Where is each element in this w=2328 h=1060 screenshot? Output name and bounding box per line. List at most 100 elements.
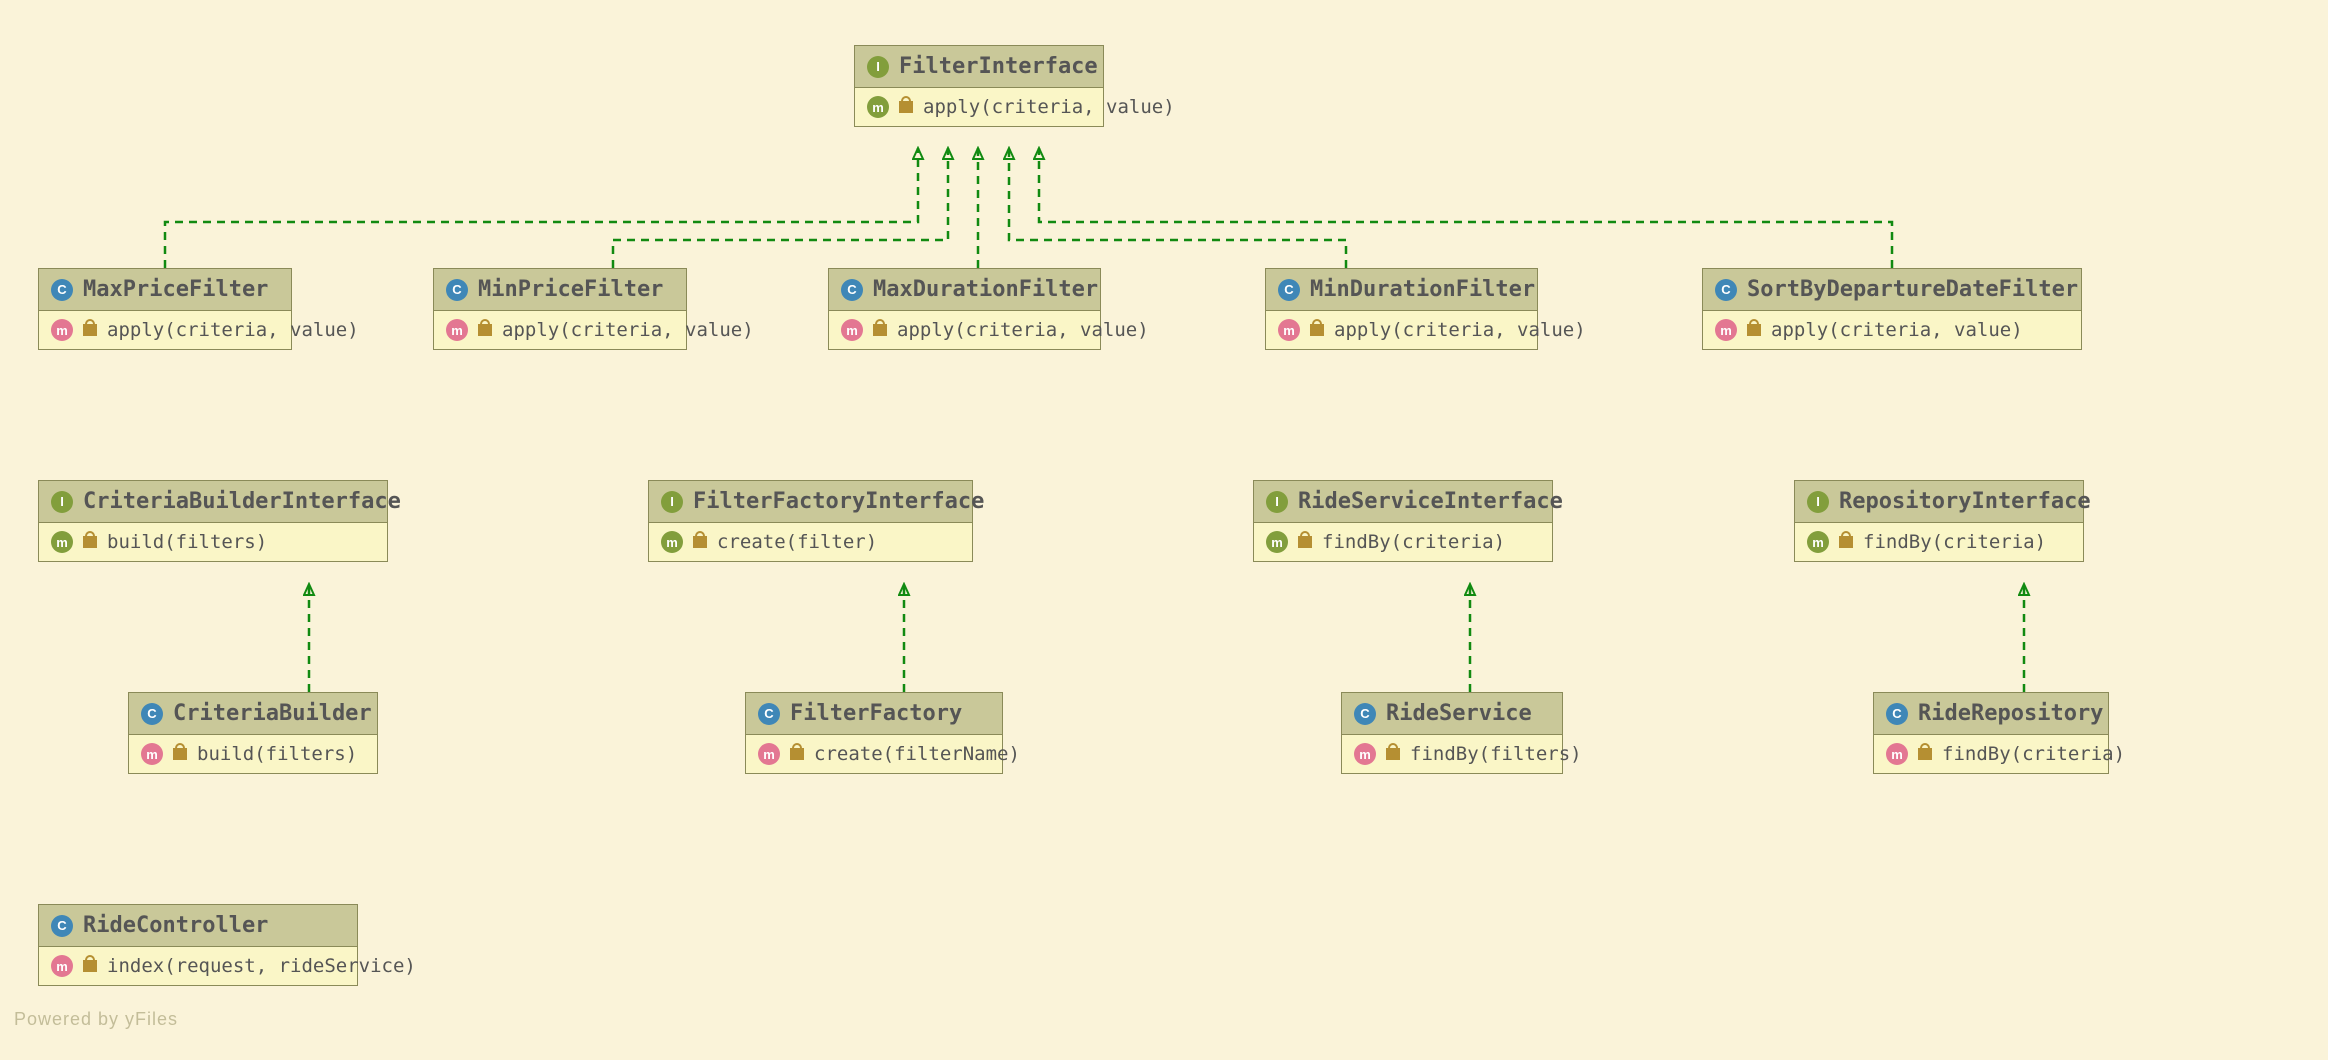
method-row: m findBy(filters) [1342, 735, 1562, 773]
method-icon: m [1715, 319, 1737, 341]
lock-icon [1918, 748, 1932, 760]
class-icon: C [446, 279, 468, 301]
method-signature: build(filters) [107, 531, 267, 553]
method-signature: apply(criteria, value) [1334, 319, 1586, 341]
method-row: m build(filters) [39, 523, 387, 561]
class-icon: C [1354, 703, 1376, 725]
class-ride-service[interactable]: C RideService m findBy(filters) [1341, 692, 1563, 774]
method-signature: apply(criteria, value) [923, 96, 1175, 118]
method-signature: build(filters) [197, 743, 357, 765]
class-name: MaxDurationFilter [873, 277, 1098, 302]
method-signature: index(request, rideService) [107, 955, 416, 977]
class-header: C MaxPriceFilter [39, 269, 291, 311]
class-ride-service-interface[interactable]: I RideServiceInterface m findBy(criteria… [1253, 480, 1553, 562]
class-name: RideServiceInterface [1298, 489, 1563, 514]
lock-icon [83, 960, 97, 972]
class-min-price-filter[interactable]: C MinPriceFilter m apply(criteria, value… [433, 268, 687, 350]
method-signature: findBy(criteria) [1322, 531, 1505, 553]
class-header: C MinPriceFilter [434, 269, 686, 311]
class-name: RepositoryInterface [1839, 489, 2091, 514]
lock-icon [873, 324, 887, 336]
method-icon: m [841, 319, 863, 341]
method-icon: m [1266, 531, 1288, 553]
class-name: RideService [1386, 701, 1532, 726]
class-icon: C [51, 915, 73, 937]
class-icon: C [141, 703, 163, 725]
class-max-duration-filter[interactable]: C MaxDurationFilter m apply(criteria, va… [828, 268, 1101, 350]
class-name: SortByDepartureDateFilter [1747, 277, 2078, 302]
method-row: m apply(criteria, value) [829, 311, 1100, 349]
method-row: m create(filter) [649, 523, 972, 561]
method-row: m findBy(criteria) [1795, 523, 2083, 561]
method-row: m findBy(criteria) [1254, 523, 1552, 561]
method-row: m apply(criteria, value) [39, 311, 291, 349]
method-icon: m [867, 96, 889, 118]
lock-icon [1747, 324, 1761, 336]
class-criteria-builder-interface[interactable]: I CriteriaBuilderInterface m build(filte… [38, 480, 388, 562]
class-repository-interface[interactable]: I RepositoryInterface m findBy(criteria) [1794, 480, 2084, 562]
lock-icon [1386, 748, 1400, 760]
method-icon: m [1354, 743, 1376, 765]
class-name: FilterFactoryInterface [693, 489, 984, 514]
method-icon: m [1886, 743, 1908, 765]
class-icon: C [758, 703, 780, 725]
class-max-price-filter[interactable]: C MaxPriceFilter m apply(criteria, value… [38, 268, 292, 350]
class-min-duration-filter[interactable]: C MinDurationFilter m apply(criteria, va… [1265, 268, 1538, 350]
method-icon: m [51, 531, 73, 553]
class-name: MaxPriceFilter [83, 277, 268, 302]
class-header: I RideServiceInterface [1254, 481, 1552, 523]
method-icon: m [51, 955, 73, 977]
class-name: CriteriaBuilder [173, 701, 372, 726]
class-name: FilterInterface [899, 54, 1098, 79]
class-filter-factory-interface[interactable]: I FilterFactoryInterface m create(filter… [648, 480, 973, 562]
class-name: MinPriceFilter [478, 277, 663, 302]
class-sort-by-departure-date-filter[interactable]: C SortByDepartureDateFilter m apply(crit… [1702, 268, 2082, 350]
lock-icon [790, 748, 804, 760]
method-signature: apply(criteria, value) [897, 319, 1149, 341]
class-name: MinDurationFilter [1310, 277, 1535, 302]
method-icon: m [446, 319, 468, 341]
class-ride-controller[interactable]: C RideController m index(request, rideSe… [38, 904, 358, 986]
method-row: m apply(criteria, value) [855, 88, 1103, 126]
lock-icon [83, 536, 97, 548]
class-header: C RideService [1342, 693, 1562, 735]
method-row: m apply(criteria, value) [434, 311, 686, 349]
class-icon: C [1715, 279, 1737, 301]
method-row: m apply(criteria, value) [1703, 311, 2081, 349]
lock-icon [1310, 324, 1324, 336]
method-icon: m [1807, 531, 1829, 553]
class-name: FilterFactory [790, 701, 962, 726]
class-icon: C [841, 279, 863, 301]
class-filter-factory[interactable]: C FilterFactory m create(filterName) [745, 692, 1003, 774]
class-header: C FilterFactory [746, 693, 1002, 735]
method-icon: m [661, 531, 683, 553]
class-filter-interface[interactable]: I FilterInterface m apply(criteria, valu… [854, 45, 1104, 127]
class-icon: C [1278, 279, 1300, 301]
lock-icon [1298, 536, 1312, 548]
class-header: C CriteriaBuilder [129, 693, 377, 735]
method-icon: m [758, 743, 780, 765]
uml-diagram: I FilterInterface m apply(criteria, valu… [0, 0, 2328, 1060]
class-name: RideController [83, 913, 268, 938]
method-icon: m [141, 743, 163, 765]
method-row: m create(filterName) [746, 735, 1002, 773]
method-signature: create(filter) [717, 531, 877, 553]
class-header: I FilterInterface [855, 46, 1103, 88]
class-header: I FilterFactoryInterface [649, 481, 972, 523]
method-signature: findBy(filters) [1410, 743, 1582, 765]
class-criteria-builder[interactable]: C CriteriaBuilder m build(filters) [128, 692, 378, 774]
interface-icon: I [1807, 491, 1829, 513]
class-name: RideRepository [1918, 701, 2103, 726]
class-header: C RideController [39, 905, 357, 947]
class-ride-repository[interactable]: C RideRepository m findBy(criteria) [1873, 692, 2109, 774]
method-signature: create(filterName) [814, 743, 1020, 765]
class-header: C MinDurationFilter [1266, 269, 1537, 311]
method-row: m index(request, rideService) [39, 947, 357, 985]
lock-icon [693, 536, 707, 548]
method-row: m findBy(criteria) [1874, 735, 2108, 773]
class-header: C RideRepository [1874, 693, 2108, 735]
interface-icon: I [51, 491, 73, 513]
class-icon: C [51, 279, 73, 301]
lock-icon [83, 324, 97, 336]
lock-icon [899, 101, 913, 113]
